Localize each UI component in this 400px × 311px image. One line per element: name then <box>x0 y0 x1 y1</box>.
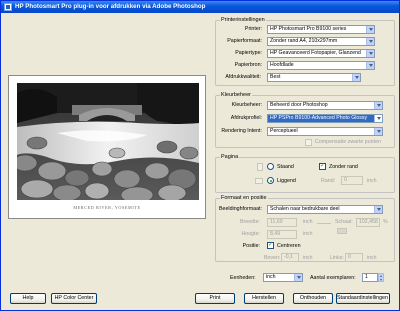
chevron-down-icon <box>366 26 374 33</box>
rendering-intent-label: Rendering Intent: <box>221 128 262 134</box>
portrait-radio[interactable] <box>267 163 274 170</box>
paper-source-value: Hoofdlade <box>270 62 294 68</box>
remember-button[interactable]: Onthouden <box>293 293 333 304</box>
color-center-button[interactable]: HP Color Center <box>51 293 97 304</box>
printer-label: Printer: <box>244 26 262 32</box>
print-quality-select[interactable]: Best <box>267 73 361 82</box>
printer-select[interactable]: HP Photosmart Pro B9100 series <box>267 25 375 34</box>
rendering-intent-select[interactable]: Perceptueel <box>267 127 383 136</box>
units-value: inch <box>266 274 276 280</box>
paper-source-select[interactable]: Hoofdlade <box>267 61 375 70</box>
print-profile-label: Afdrukprofiel: <box>230 115 262 121</box>
window-title: HP Photosmart Pro plug-in voor afdrukken… <box>15 3 206 10</box>
width-label: Breedte: <box>239 219 260 225</box>
center-label: Centreren <box>277 243 301 249</box>
paper-size-select[interactable]: Zonder rand A4, 210x297mm <box>267 37 375 46</box>
chevron-down-icon <box>294 274 302 281</box>
portrait-label: Staand <box>277 164 294 170</box>
color-manage-value: Beheerd door Photoshop <box>270 102 328 108</box>
top-unit: inch <box>303 255 313 261</box>
black-point-checkbox[interactable] <box>305 139 312 146</box>
copies-stepper[interactable] <box>378 273 384 282</box>
width-input[interactable]: 11,69 <box>267 218 297 227</box>
left-label: Links: <box>330 255 344 261</box>
river-photo-image <box>17 83 199 200</box>
top-input[interactable]: -0,1 <box>281 253 299 262</box>
left-unit: inch <box>367 255 377 261</box>
units-select[interactable]: inch <box>263 273 303 282</box>
chevron-down-icon <box>366 38 374 45</box>
copies-label: Aantal exemplaren: <box>310 275 356 281</box>
link-bracket <box>317 223 331 224</box>
chevron-down-icon <box>374 115 382 122</box>
color-manage-select[interactable]: Beheerd door Photoshop <box>267 101 383 110</box>
rendering-intent-value: Perceptueel <box>270 128 298 134</box>
scaling-select[interactable]: Schalen naar bedrukbare deel <box>267 205 383 214</box>
borderless-checkbox[interactable] <box>319 162 326 170</box>
restore-button[interactable]: Herstellen <box>244 293 284 304</box>
print-dialog-window: HP Photosmart Pro plug-in voor afdrukken… <box>0 0 400 311</box>
title-bar[interactable]: HP Photosmart Pro plug-in voor afdrukken… <box>1 1 399 13</box>
chain-link-icon <box>337 228 347 234</box>
left-input[interactable]: 0 <box>345 253 363 262</box>
print-quality-value: Best <box>270 74 281 80</box>
units-label: Eenheden: <box>230 275 256 281</box>
app-icon <box>4 3 12 11</box>
paper-type-label: Papiertype: <box>235 50 262 56</box>
print-preview: MERCED RIVER, YOSEMITE <box>8 75 206 219</box>
page-group: Pagina <box>215 154 395 193</box>
paper-size-value: Zonder rand A4, 210x297mm <box>270 38 338 44</box>
color-manage-label: Kleurbeheer: <box>231 102 262 108</box>
chevron-down-icon <box>366 62 374 69</box>
scale-input[interactable]: 102,458 <box>356 218 380 227</box>
scale-unit: % <box>383 219 388 225</box>
scaling-label: Beeldinghformaat: <box>219 206 262 212</box>
paper-type-value: HP Geavanceerd Fotopapier, Glanzend <box>270 50 361 56</box>
chevron-down-icon <box>374 206 382 213</box>
photo-caption: MERCED RIVER, YOSEMITE <box>73 205 141 210</box>
center-checkbox[interactable] <box>267 241 274 249</box>
top-label: Boven: <box>264 255 281 261</box>
copies-input[interactable]: 1 <box>362 273 378 282</box>
print-profile-select[interactable]: HP PSPro B9100-Advanced Photo Glossy <box>267 114 383 123</box>
print-quality-label: Afdrukkwaliteit: <box>225 74 261 80</box>
landscape-icon <box>255 178 263 184</box>
margin-input[interactable]: 0 <box>341 176 363 185</box>
printer-value: HP Photosmart Pro B9100 series <box>270 26 347 32</box>
landscape-radio[interactable] <box>267 177 274 184</box>
chevron-down-icon <box>374 128 382 135</box>
paper-size-label: Papierformaat: <box>227 38 262 44</box>
black-point-label: Compensatie zwarte punten <box>315 139 381 145</box>
print-button[interactable]: Print <box>195 293 235 304</box>
height-unit: inch <box>303 231 313 237</box>
page-group-label: Pagina <box>220 154 240 160</box>
borderless-label: Zonder rand <box>329 164 358 170</box>
width-unit: inch <box>303 219 313 225</box>
restore-defaults-button[interactable]: Standaardinstellingen herst. <box>336 293 390 304</box>
help-button[interactable]: Help <box>10 293 46 304</box>
scale-label: Schaal: <box>335 219 353 225</box>
color-management-label: Kleurbeheer <box>220 92 252 98</box>
chevron-down-icon <box>366 50 374 57</box>
margin-unit: inch <box>367 178 377 184</box>
printer-settings-label: Printerinstellingen <box>220 17 266 23</box>
paper-source-label: Papierbron: <box>234 62 262 68</box>
margin-label: Rand: <box>321 178 336 184</box>
paper-type-select[interactable]: HP Geavanceerd Fotopapier, Glanzend <box>267 49 375 58</box>
portrait-icon <box>257 163 263 171</box>
preview-photo <box>17 83 199 200</box>
scaling-value: Schalen naar bedrukbare deel <box>270 206 340 212</box>
print-profile-value: HP PSPro B9100-Advanced Photo Glossy <box>270 115 368 121</box>
chevron-down-icon <box>352 74 360 81</box>
height-label: Hoogte: <box>241 231 260 237</box>
height-input[interactable]: 8,49 <box>267 230 297 239</box>
position-label: Positie: <box>242 243 260 249</box>
format-position-label: Formaat en positie <box>220 195 268 201</box>
landscape-label: Liggend <box>277 178 296 184</box>
chevron-down-icon <box>374 102 382 109</box>
